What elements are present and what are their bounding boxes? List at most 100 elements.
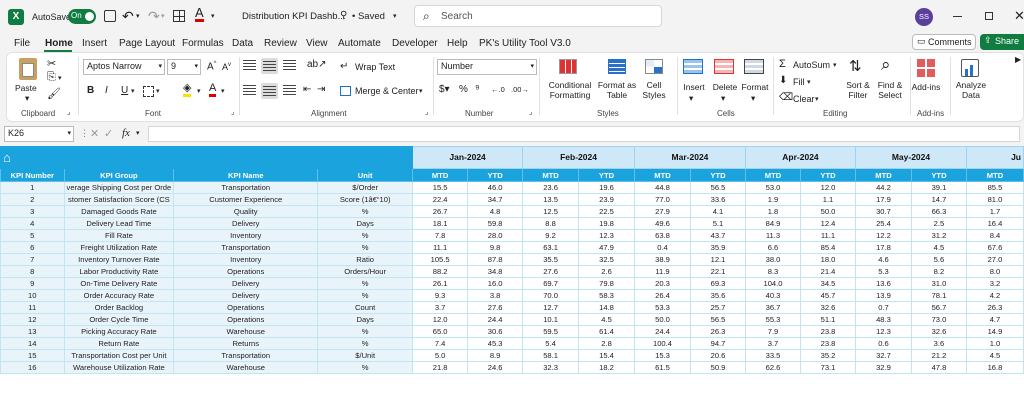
unit-cell[interactable]: %: [317, 361, 414, 374]
autosave-toggle[interactable]: On: [68, 9, 96, 24]
unit-cell[interactable]: Score (1â€“10): [317, 193, 414, 206]
kpi-group-cell[interactable]: Labor Productivity Rate: [63, 265, 175, 278]
ytd-header[interactable]: YTD: [578, 168, 635, 182]
mtd-value-cell[interactable]: 104.0: [744, 277, 802, 290]
mtd-value-cell[interactable]: 100.4: [633, 337, 692, 350]
tab-page-layout[interactable]: Page Layout: [119, 38, 175, 49]
kpi-group-cell[interactable]: Order Backlog: [63, 301, 175, 314]
ytd-value-cell[interactable]: 47.9: [578, 241, 635, 254]
ytd-value-cell[interactable]: 56.5: [690, 313, 746, 326]
mtd-value-cell[interactable]: 15.5: [412, 181, 469, 194]
ytd-value-cell[interactable]: 43.7: [690, 229, 746, 242]
ytd-value-cell[interactable]: 32.5: [578, 253, 635, 266]
mtd-value-cell[interactable]: 1.7: [965, 205, 1024, 218]
ytd-value-cell[interactable]: 66.3: [910, 205, 967, 218]
format-as-table-button[interactable]: Format as Table: [597, 80, 637, 100]
mtd-value-cell[interactable]: 16.8: [965, 361, 1024, 374]
number-format-select[interactable]: Number ▾: [437, 59, 537, 75]
ytd-value-cell[interactable]: 14.7: [910, 193, 967, 206]
ytd-value-cell[interactable]: 39.1: [910, 181, 967, 194]
italic-button[interactable]: I: [105, 85, 108, 96]
borders-icon[interactable]: [173, 10, 185, 22]
mtd-value-cell[interactable]: 61.5: [633, 361, 692, 374]
ytd-value-cell[interactable]: 16.0: [467, 277, 524, 290]
paste-dropdown-icon[interactable]: ▾: [25, 93, 29, 103]
mtd-value-cell[interactable]: 0.4: [633, 241, 692, 254]
ytd-value-cell[interactable]: 1.1: [800, 193, 856, 206]
mtd-value-cell[interactable]: 23.6: [522, 181, 580, 194]
ytd-value-cell[interactable]: 15.4: [578, 349, 635, 362]
ytd-value-cell[interactable]: 12.1: [690, 253, 746, 266]
mtd-value-cell[interactable]: 69.7: [522, 277, 580, 290]
mtd-value-cell[interactable]: 32.9: [854, 361, 912, 374]
ytd-value-cell[interactable]: 56.7: [910, 301, 967, 314]
quick-access-dropdown-icon[interactable]: ▾: [211, 12, 215, 20]
mtd-value-cell[interactable]: 105.5: [412, 253, 469, 266]
clipboard-launcher-icon[interactable]: ⌟: [67, 108, 70, 116]
ytd-value-cell[interactable]: 33.6: [690, 193, 746, 206]
unit-cell[interactable]: Days: [317, 313, 414, 326]
ytd-value-cell[interactable]: 32.6: [910, 325, 967, 338]
save-icon[interactable]: [104, 10, 116, 22]
fill-dropdown-icon[interactable]: ▾: [807, 78, 811, 86]
mtd-value-cell[interactable]: 67.6: [965, 241, 1024, 254]
unit-cell[interactable]: $/Order: [317, 181, 414, 194]
ytd-value-cell[interactable]: 69.3: [690, 277, 746, 290]
font-color-icon[interactable]: A: [195, 6, 204, 22]
ytd-value-cell[interactable]: 26.3: [690, 325, 746, 338]
month-header[interactable]: Apr-2024: [744, 146, 856, 169]
mtd-value-cell[interactable]: 11.9: [633, 265, 692, 278]
kpi-number-cell[interactable]: 4: [0, 217, 65, 230]
mtd-value-cell[interactable]: 1.8: [744, 205, 802, 218]
unit-cell[interactable]: %: [317, 337, 414, 350]
ytd-value-cell[interactable]: 51.1: [800, 313, 856, 326]
mtd-value-cell[interactable]: 18.1: [412, 217, 469, 230]
unit-cell[interactable]: %: [317, 277, 414, 290]
ytd-value-cell[interactable]: 23.8: [800, 325, 856, 338]
unit-cell[interactable]: %: [317, 325, 414, 338]
unit-header[interactable]: Unit: [317, 168, 414, 182]
format-dropdown-icon[interactable]: ▾: [751, 93, 755, 103]
insert-dropdown-icon[interactable]: ▾: [689, 93, 693, 103]
ytd-value-cell[interactable]: 22.1: [690, 265, 746, 278]
mtd-value-cell[interactable]: 7.8: [412, 229, 469, 242]
ytd-value-cell[interactable]: 45.7: [800, 289, 856, 302]
mtd-value-cell[interactable]: 50.0: [633, 313, 692, 326]
mtd-value-cell[interactable]: 9.2: [522, 229, 580, 242]
mtd-value-cell[interactable]: 70.0: [522, 289, 580, 302]
ytd-value-cell[interactable]: 30.6: [467, 325, 524, 338]
mtd-value-cell[interactable]: 27.0: [965, 253, 1024, 266]
ytd-value-cell[interactable]: 9.8: [467, 241, 524, 254]
kpi-group-cell[interactable]: stomer Satisfaction Score (CS: [63, 193, 175, 206]
increase-font-icon[interactable]: A^: [207, 61, 217, 72]
autosum-button[interactable]: AutoSum: [793, 60, 830, 70]
kpi-number-cell[interactable]: 12: [0, 313, 65, 326]
kpi-name-cell[interactable]: Customer Experience: [173, 193, 319, 206]
increase-indent-icon[interactable]: ⇥: [317, 84, 325, 95]
mtd-value-cell[interactable]: 4.6: [854, 253, 912, 266]
mtd-value-cell[interactable]: 7.9: [744, 325, 802, 338]
underline-dropdown-icon[interactable]: ▾: [131, 87, 135, 95]
mtd-value-cell[interactable]: 26.7: [412, 205, 469, 218]
mtd-value-cell[interactable]: 16.4: [965, 217, 1024, 230]
ytd-value-cell[interactable]: 4.1: [690, 205, 746, 218]
formula-input[interactable]: [148, 126, 1020, 142]
comma-style-icon[interactable]: ⁹: [475, 83, 480, 95]
ytd-value-cell[interactable]: 5.1: [690, 217, 746, 230]
ytd-value-cell[interactable]: 34.8: [467, 265, 524, 278]
font-color-dropdown-icon[interactable]: ▾: [221, 87, 225, 95]
user-avatar[interactable]: SS: [915, 8, 933, 26]
copy-icon[interactable]: ⎘: [47, 71, 56, 84]
mtd-value-cell[interactable]: 30.7: [854, 205, 912, 218]
kpi-name-cell[interactable]: Transportation: [173, 181, 319, 194]
kpi-name-cell[interactable]: Transportation: [173, 241, 319, 254]
mtd-value-cell[interactable]: 55.3: [744, 313, 802, 326]
mtd-value-cell[interactable]: 8.4: [965, 229, 1024, 242]
mtd-value-cell[interactable]: 3.7: [744, 337, 802, 350]
kpi-group-cell[interactable]: Inventory Turnover Rate: [63, 253, 175, 266]
ytd-value-cell[interactable]: 35.9: [690, 241, 746, 254]
font-name-select[interactable]: Aptos Narrow ▾: [83, 59, 165, 75]
kpi-group-cell[interactable]: Order Accuracy Rate: [63, 289, 175, 302]
undo-icon[interactable]: ↶: [122, 8, 134, 25]
cut-icon[interactable]: ✂: [47, 57, 56, 70]
